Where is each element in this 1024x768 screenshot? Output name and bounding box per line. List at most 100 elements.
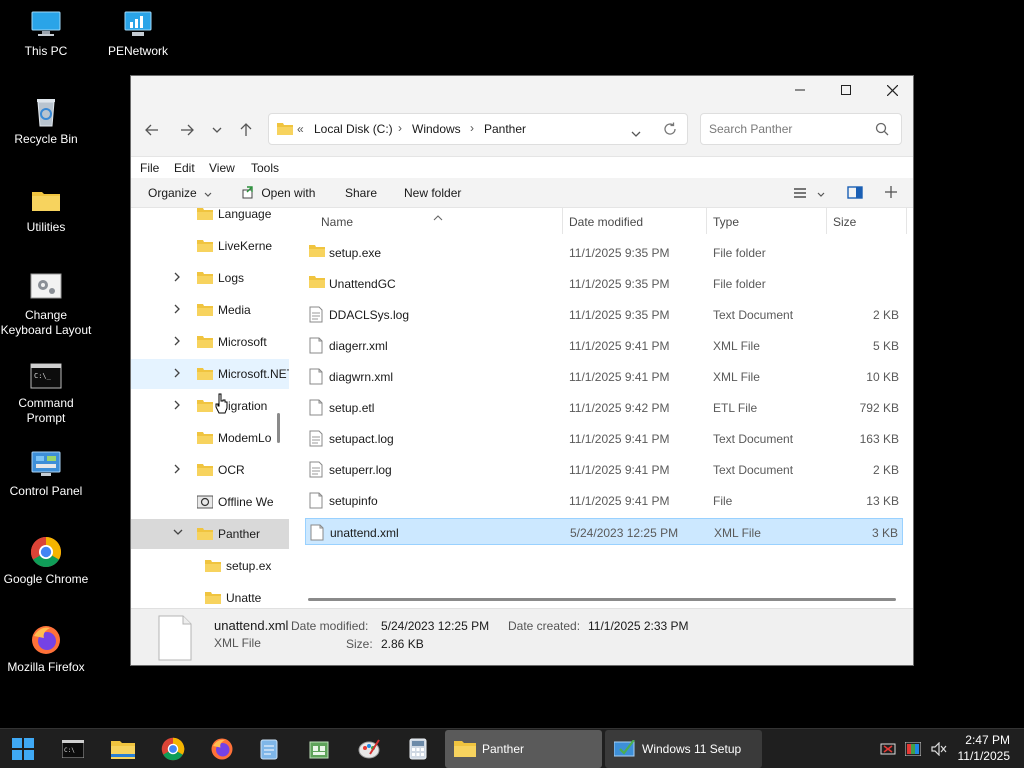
nav-item[interactable]: LiveKerne bbox=[131, 231, 289, 261]
forward-button[interactable] bbox=[175, 118, 199, 142]
nav-item[interactable]: Migration bbox=[131, 391, 289, 421]
file-row[interactable]: setupinfo 11/1/2025 9:41 PM File 13 KB bbox=[305, 487, 903, 514]
nav-item[interactable]: ModemLo bbox=[131, 423, 289, 453]
taskbar-command-prompt[interactable]: C:\ bbox=[51, 729, 95, 768]
clock-date: 11/1/2025 bbox=[957, 749, 1011, 763]
close-button[interactable] bbox=[869, 76, 913, 104]
nav-item[interactable]: Microsoft.NET bbox=[131, 359, 289, 389]
back-arrow-icon bbox=[145, 124, 158, 136]
menu-edit[interactable]: Edit bbox=[174, 161, 195, 175]
taskbar: C:\ Panther Windows 11 Setup 2:47 PM 11/… bbox=[0, 728, 1024, 768]
menu-tools[interactable]: Tools bbox=[251, 161, 279, 175]
organize-button[interactable]: Organize bbox=[148, 186, 212, 200]
refresh-button[interactable] bbox=[663, 122, 677, 139]
address-history-dropdown[interactable] bbox=[631, 126, 641, 140]
preview-pane-button[interactable] bbox=[847, 186, 863, 202]
search-icon bbox=[875, 122, 889, 139]
navigation-pane[interactable]: Language LiveKerne Logs Media Microsoft Micro… bbox=[131, 208, 289, 608]
chevron-right-icon[interactable] bbox=[173, 304, 183, 314]
column-separator[interactable] bbox=[906, 208, 907, 234]
breadcrumb-windows[interactable]: Windows bbox=[412, 122, 461, 136]
file-row[interactable]: setupact.log 11/1/2025 9:41 PM Text Docume… bbox=[305, 425, 903, 452]
nav-item[interactable]: Language bbox=[131, 208, 289, 229]
network-status-icon[interactable] bbox=[879, 729, 899, 768]
search-input[interactable]: Search Panther bbox=[709, 122, 792, 136]
desktop-icon-penetwork[interactable]: PENetwork bbox=[92, 8, 184, 59]
file-row[interactable]: setuperr.log 11/1/2025 9:41 PM Text Docume… bbox=[305, 456, 903, 483]
nav-item[interactable]: Offline We bbox=[131, 487, 289, 517]
column-separator[interactable] bbox=[826, 208, 827, 234]
add-button[interactable] bbox=[884, 185, 898, 202]
file-row[interactable]: diagwrn.xml 11/1/2025 9:41 PM XML File 10 K… bbox=[305, 363, 903, 390]
breadcrumb-root-marker[interactable]: « bbox=[297, 122, 304, 136]
taskbar-firefox[interactable] bbox=[200, 729, 244, 768]
nav-item-label: Logs bbox=[218, 271, 245, 285]
column-separator[interactable] bbox=[562, 208, 563, 234]
nav-item[interactable]: Unatte bbox=[131, 583, 289, 608]
chevron-right-icon[interactable] bbox=[173, 400, 183, 410]
menu-view[interactable]: View bbox=[209, 161, 235, 175]
taskbar-chrome[interactable] bbox=[151, 729, 195, 768]
column-header-name[interactable]: Name bbox=[321, 215, 353, 229]
file-row[interactable]: DDACLSys.log 11/1/2025 9:35 PM Text Docume… bbox=[305, 301, 903, 328]
chevron-right-icon[interactable] bbox=[173, 272, 183, 282]
file-row[interactable]: setup.exe 11/1/2025 9:35 PM File folder bbox=[305, 239, 903, 266]
chevron-right-icon[interactable] bbox=[173, 464, 183, 474]
taskbar-task-panther[interactable]: Panther bbox=[445, 730, 602, 768]
file-row[interactable]: unattend.xml 5/24/2023 12:25 PM XML File 3 … bbox=[305, 518, 903, 545]
desktop-icon-this-pc[interactable]: This PC bbox=[0, 8, 92, 59]
breadcrumb-panther[interactable]: Panther bbox=[484, 122, 526, 136]
menu-file[interactable]: File bbox=[140, 161, 159, 175]
title-bar[interactable] bbox=[131, 76, 913, 104]
taskbar-file-explorer[interactable] bbox=[101, 729, 145, 768]
desktop-icon-utilities[interactable]: Utilities bbox=[0, 184, 92, 235]
column-header-date-modified[interactable]: Date modified bbox=[569, 215, 643, 229]
desktop-icon-change-keyboard-layout[interactable]: Change Keyboard Layout bbox=[0, 272, 92, 338]
chevron-down-icon[interactable] bbox=[173, 528, 183, 538]
column-header-type[interactable]: Type bbox=[713, 215, 739, 229]
chevron-right-icon[interactable] bbox=[173, 368, 183, 378]
system-clock[interactable]: 2:47 PM 11/1/2025 bbox=[958, 732, 1011, 764]
nav-scrollbar[interactable] bbox=[277, 413, 280, 443]
start-button[interactable] bbox=[1, 729, 45, 768]
search-box[interactable]: Search Panther bbox=[700, 113, 902, 145]
nav-item[interactable]: OCR bbox=[131, 455, 289, 485]
new-folder-button[interactable]: New folder bbox=[404, 186, 461, 200]
clock-time: 2:47 PM bbox=[965, 733, 1010, 747]
nav-item[interactable]: Microsoft bbox=[131, 327, 289, 357]
nav-item[interactable]: Panther bbox=[131, 519, 289, 549]
volume-muted-icon[interactable] bbox=[929, 729, 949, 768]
view-options-button[interactable] bbox=[793, 187, 825, 202]
file-row[interactable]: setup.etl 11/1/2025 9:42 PM ETL File 792 KB bbox=[305, 394, 903, 421]
file-name: unattend.xml bbox=[330, 526, 399, 540]
taskbar-notepad[interactable] bbox=[247, 729, 291, 768]
nav-item[interactable]: Media bbox=[131, 295, 289, 325]
address-bar[interactable]: « Local Disk (C:) › Windows › Panther bbox=[268, 113, 688, 145]
share-button[interactable]: Share bbox=[345, 186, 377, 200]
desktop-icon-control-panel[interactable]: Control Panel bbox=[0, 448, 92, 499]
back-button[interactable] bbox=[140, 118, 164, 142]
nav-item[interactable]: setup.ex bbox=[131, 551, 289, 581]
desktop-icon-command-prompt[interactable]: C:\_ Command Prompt bbox=[0, 360, 92, 426]
chevron-right-icon[interactable] bbox=[173, 336, 183, 346]
recent-locations-button[interactable] bbox=[205, 118, 229, 142]
desktop-icon-recycle-bin[interactable]: Recycle Bin bbox=[0, 96, 92, 147]
desktop-icon-mozilla-firefox[interactable]: Mozilla Firefox bbox=[0, 624, 92, 675]
breadcrumb-local-disk[interactable]: Local Disk (C:) bbox=[314, 122, 393, 136]
maximize-button[interactable] bbox=[823, 76, 869, 104]
file-row[interactable]: diagerr.xml 11/1/2025 9:41 PM XML File 5 KB bbox=[305, 332, 903, 359]
taskbar-paint[interactable] bbox=[347, 729, 391, 768]
desktop-icon-google-chrome[interactable]: Google Chrome bbox=[0, 536, 92, 587]
minimize-button[interactable] bbox=[777, 76, 823, 104]
column-header-size[interactable]: Size bbox=[833, 215, 856, 229]
color-management-icon[interactable] bbox=[903, 729, 923, 768]
file-row[interactable]: UnattendGC 11/1/2025 9:35 PM File folder bbox=[305, 270, 903, 297]
up-button[interactable] bbox=[234, 118, 258, 142]
taskbar-calculator[interactable] bbox=[396, 729, 440, 768]
column-separator[interactable] bbox=[706, 208, 707, 234]
nav-item[interactable]: Logs bbox=[131, 263, 289, 293]
horizontal-scrollbar[interactable] bbox=[308, 598, 896, 601]
taskbar-task-windows-11-setup[interactable]: Windows 11 Setup bbox=[605, 730, 762, 768]
open-with-button[interactable]: Open with bbox=[242, 186, 315, 200]
taskbar-registry[interactable] bbox=[297, 729, 341, 768]
